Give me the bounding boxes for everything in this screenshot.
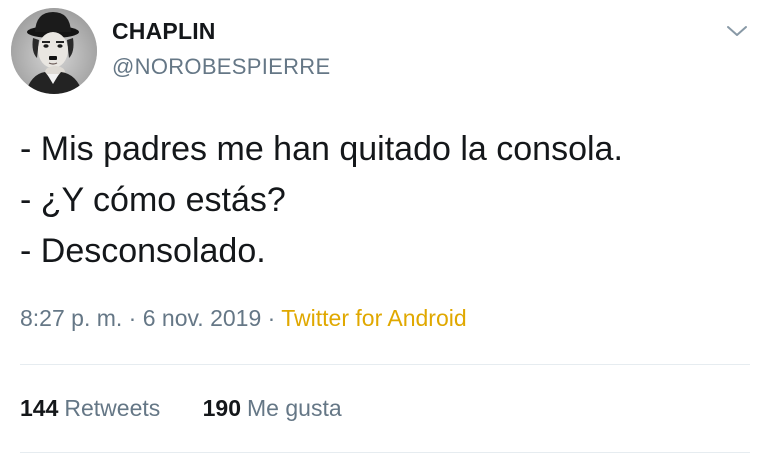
retweets-label: Retweets [64, 395, 161, 421]
likes-count: 190 [202, 395, 242, 421]
meta-separator: · [122, 305, 143, 331]
tweet-menu-button[interactable] [720, 14, 754, 48]
tweet-line: - ¿Y cómo estás? [20, 181, 286, 219]
tweet-line: - Desconsolado. [20, 232, 266, 270]
avatar-image [11, 8, 97, 94]
tweet-time[interactable]: 8:27 p. m. [20, 305, 122, 331]
likes-stat[interactable]: 190 Me gusta [203, 395, 342, 422]
tweet-line: - Mis padres me han quitado la consola. [20, 130, 623, 168]
tweet-card: CHAPLIN @NOROBESPIERRE - Mis padres me h… [0, 0, 758, 463]
avatar[interactable] [11, 8, 97, 94]
tweet-text: - Mis padres me han quitado la consola. … [20, 124, 623, 277]
chevron-down-icon [727, 26, 747, 36]
tweet-date[interactable]: 6 nov. 2019 [143, 305, 262, 331]
tweet-stats: 144 Retweets 190 Me gusta [20, 395, 342, 422]
retweets-stat[interactable]: 144 Retweets [20, 395, 160, 422]
meta-separator: · [261, 305, 282, 331]
divider [20, 452, 750, 453]
likes-label: Me gusta [247, 395, 342, 421]
tweet-metadata: 8:27 p. m. · 6 nov. 2019 · Twitter for A… [20, 305, 467, 332]
retweets-count: 144 [20, 395, 59, 421]
divider [20, 364, 750, 365]
tweet-source-link[interactable]: Twitter for Android [281, 305, 466, 331]
user-handle[interactable]: @NOROBESPIERRE [112, 54, 330, 80]
display-name[interactable]: CHAPLIN [112, 18, 216, 45]
